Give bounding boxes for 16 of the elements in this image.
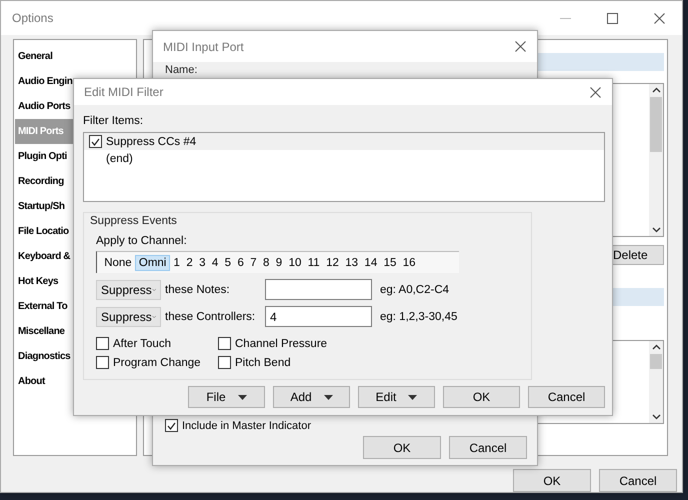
checkbox-label: After Touch [113,338,171,350]
field-label: these Controllers: [165,310,256,322]
group-title: Suppress Events [90,215,178,227]
dialog-title: MIDI Input Port [163,40,244,54]
name-label: Name: [165,64,198,76]
filter-items-label: Filter Items: [83,115,144,127]
checkbox-label: Include in Master Indicator [182,420,312,432]
checkbox-label: Channel Pressure [235,338,328,350]
window-title: Options [12,11,54,25]
field-label: these Notes: [165,284,231,296]
hint-text: eg: 1,2,3-30,45 [380,310,458,322]
checkbox-label: Pitch Bend [235,356,291,368]
checkbox-label: Program Change [113,356,201,368]
dialog-title: Edit MIDI Filter [84,85,164,99]
apply-label: Apply to Channel: [96,235,188,247]
hint-text: eg: A0,C2-C4 [380,284,450,296]
